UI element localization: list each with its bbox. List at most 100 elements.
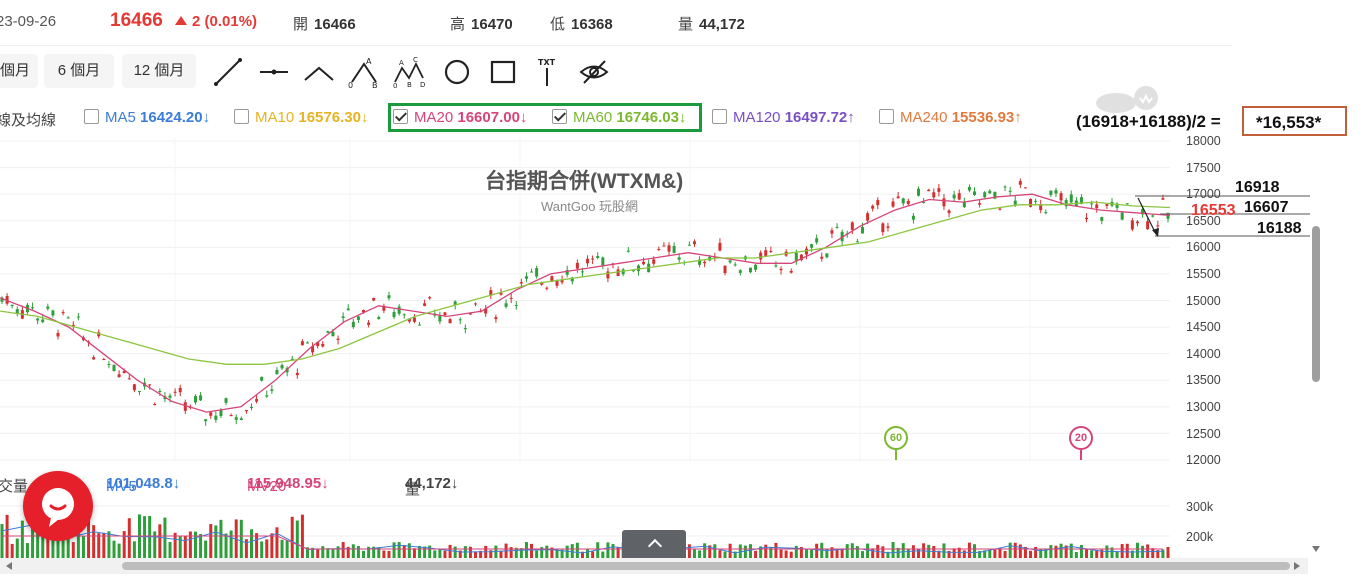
candle-body (906, 200, 910, 205)
ma-toggle-ma120[interactable]: MA120 16497.72↑ (712, 109, 855, 126)
candle-body (962, 202, 966, 208)
candle-body (392, 312, 396, 318)
candle-body (102, 359, 106, 361)
y-tick: 14500 (1186, 320, 1221, 334)
volume-bar (1054, 545, 1058, 558)
rectangle-tool-icon[interactable] (487, 56, 519, 88)
volume-bar (845, 544, 849, 558)
volume-bar (1018, 544, 1022, 558)
candle-body (275, 369, 279, 375)
volume-bar (290, 516, 294, 558)
volume-bar (204, 540, 208, 558)
volume-bar (275, 527, 279, 558)
volume-bar (535, 550, 539, 558)
collapse-panel-button[interactable] (622, 530, 686, 558)
candle-body (1018, 181, 1022, 185)
horizontal-scroll-thumb[interactable] (122, 562, 1290, 570)
volume-bar (855, 546, 859, 558)
y-tick: 15000 (1186, 294, 1221, 308)
volume-bar (209, 524, 213, 558)
candle-body (1156, 225, 1160, 227)
circle-tool-icon[interactable] (441, 56, 473, 88)
candle-body (942, 198, 946, 207)
candle-body (107, 364, 111, 366)
abc-label-a: A (366, 57, 372, 66)
ma-toggle-ma10[interactable]: MA10 16576.30↓ (234, 109, 368, 126)
vertical-scroll-thumb[interactable] (1312, 226, 1320, 382)
candle-body (703, 261, 707, 264)
candle-body (748, 267, 752, 273)
ma-toggle-ma240[interactable]: MA240 15536.93↑ (879, 109, 1022, 126)
volume-bar (1120, 544, 1124, 558)
line-tool-icon[interactable] (212, 56, 244, 88)
candle-body (794, 252, 798, 261)
candle-body (580, 271, 584, 273)
text-tool-icon[interactable]: TXT (531, 56, 563, 88)
volume-bar (438, 548, 442, 558)
candle-body (1013, 200, 1017, 205)
candle-body (591, 258, 595, 260)
candle-body (896, 196, 900, 199)
candle-body (199, 395, 203, 401)
abcd-label-0: 0 (393, 82, 397, 88)
volume-bar (1166, 546, 1170, 558)
candle-body (1023, 187, 1027, 189)
candle-body (886, 226, 890, 228)
open-label: 開 (293, 16, 309, 33)
volume-bar (1079, 544, 1083, 558)
volume-bar (1090, 550, 1094, 558)
volume-bar (244, 539, 248, 558)
angle-tool-icon[interactable] (303, 56, 335, 88)
scroll-right-arrow-icon[interactable] (1294, 562, 1300, 570)
chat-button[interactable] (23, 471, 93, 541)
volume-bar (1069, 543, 1073, 558)
volume-bar (901, 543, 905, 558)
candle-body (504, 303, 508, 307)
candle-body (677, 257, 681, 260)
candle-body (229, 415, 233, 417)
candle-body (917, 188, 921, 196)
candle-body (204, 419, 208, 422)
volume-bar (743, 545, 747, 558)
ma10-checkbox[interactable] (234, 109, 249, 124)
candle-body (148, 384, 152, 386)
range-button-12-months[interactable]: 12 個月 (122, 54, 196, 88)
candle-body (158, 390, 162, 392)
candle-body (341, 316, 345, 318)
abcd-pattern-tool-icon[interactable]: A C 0 B D (393, 56, 425, 88)
hide-drawings-icon[interactable] (578, 56, 610, 88)
ma-toggle-ma5[interactable]: MA5 16424.20↓ (84, 109, 210, 126)
y-tick: 17000 (1186, 187, 1221, 201)
candle-body (224, 398, 228, 403)
volume-bar (397, 542, 401, 558)
ma5-checkbox[interactable] (84, 109, 99, 124)
ma20-badge[interactable]: 20 (1069, 426, 1093, 450)
candle-body (769, 250, 773, 252)
candle-body (601, 257, 605, 266)
scroll-down-arrow-icon[interactable] (1312, 546, 1320, 552)
horizontal-scrollbar[interactable] (0, 558, 1308, 574)
volume-bar (117, 543, 121, 558)
candle-body (402, 314, 406, 316)
chart-page: 23-09-26 16466 2 (0.01%) 開 16466 高 16470 低… (0, 0, 1366, 577)
candle-body (596, 256, 600, 259)
ma120-checkbox[interactable] (712, 109, 727, 124)
horizontal-line-tool-icon[interactable] (258, 56, 290, 88)
volume-bar (591, 551, 595, 558)
range-button-months[interactable]: 個月 (0, 54, 38, 88)
chart-subtitle: WantGoo 玩股網 (541, 199, 639, 214)
candle-body (56, 332, 60, 337)
abc-pattern-tool-icon[interactable]: A 0 B (348, 56, 380, 88)
candle-body (1044, 212, 1048, 214)
volume-bar (1085, 549, 1089, 558)
candle-body (881, 223, 885, 233)
volume-bar (810, 549, 814, 558)
ma60-badge[interactable]: 60 (884, 426, 908, 450)
ma240-checkbox[interactable] (879, 109, 894, 124)
volume-y-tick: 200k (1186, 530, 1214, 544)
volume-bar (962, 550, 966, 558)
candle-body (891, 201, 895, 207)
range-button-6-months[interactable]: 6 個月 (44, 54, 114, 88)
scroll-left-arrow-icon[interactable] (6, 562, 12, 570)
candle-body (168, 395, 172, 398)
